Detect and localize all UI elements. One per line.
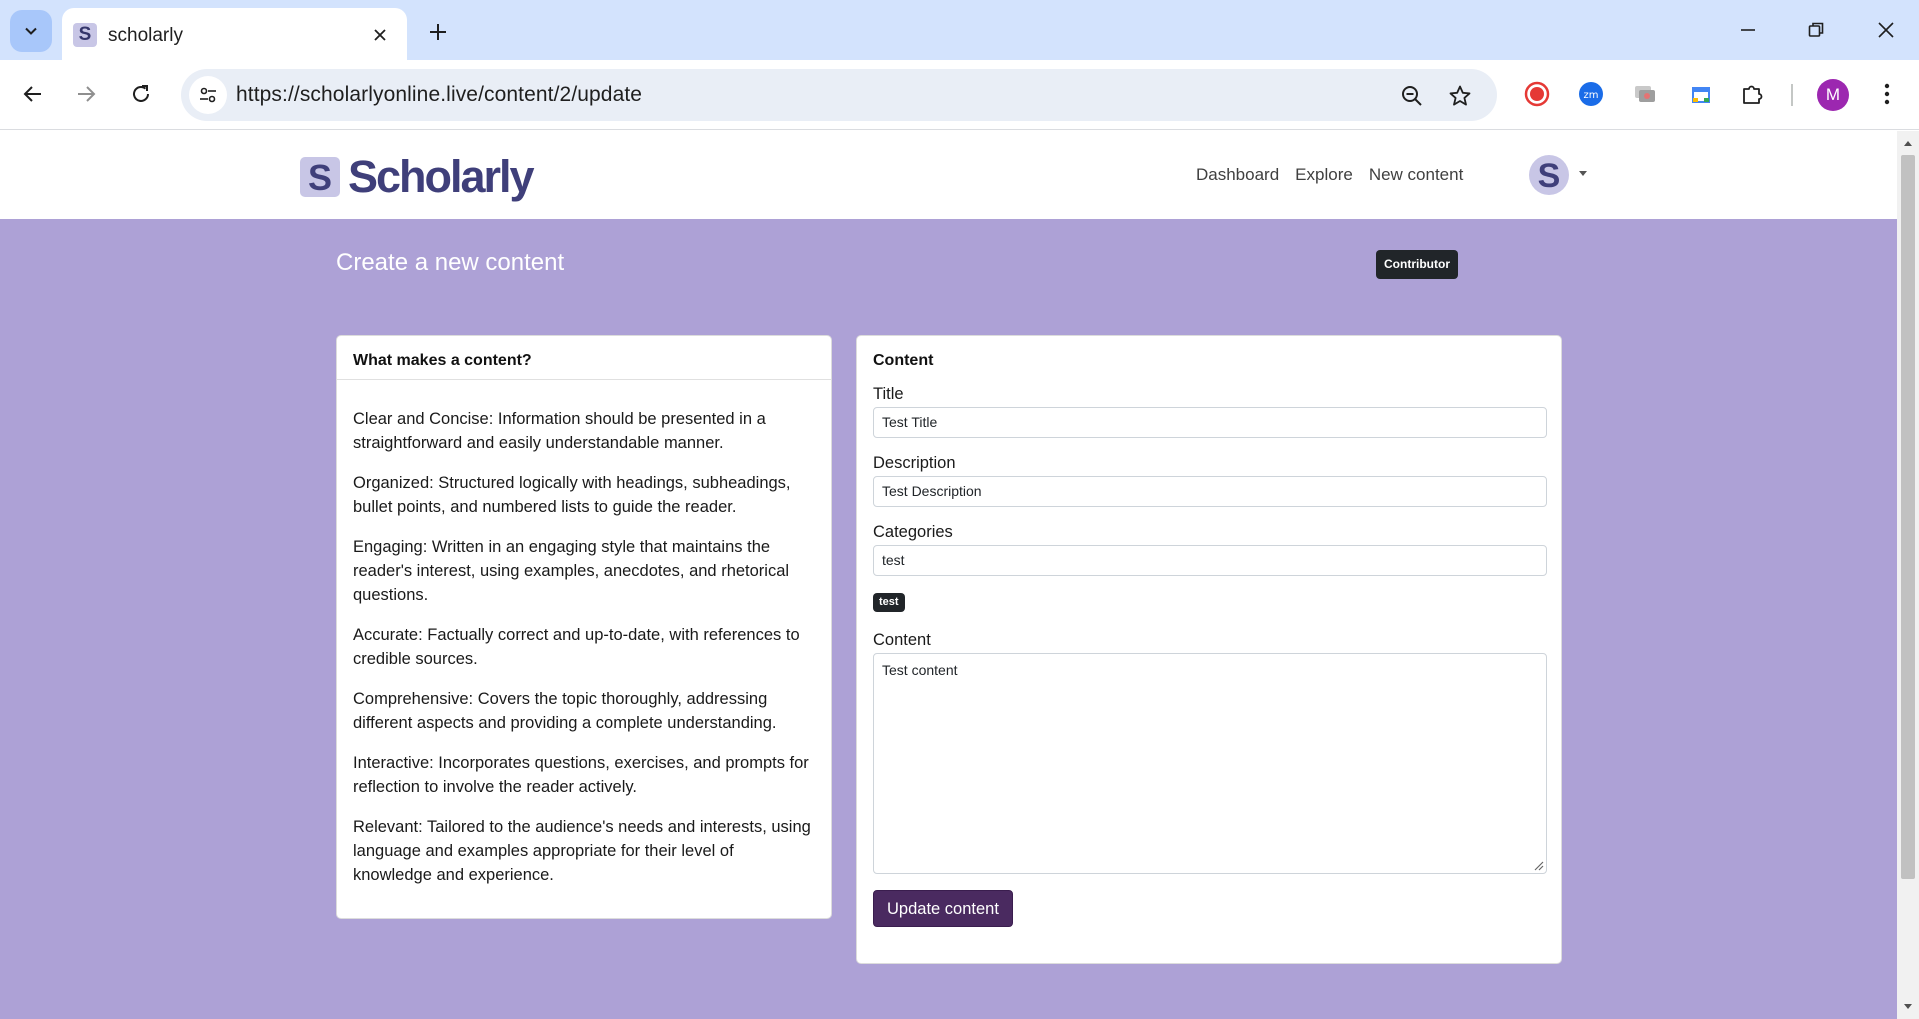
browser-tab[interactable]: S scholarly [62,8,407,60]
plus-icon [430,24,446,40]
caret-up-icon [1904,141,1912,146]
guideline-item: Interactive: Incorporates questions, exe… [353,754,809,796]
star-icon [1449,85,1471,106]
record-icon [1524,81,1550,107]
page-title: Create a new content [336,249,565,276]
scroll-thumb[interactable] [1901,155,1915,879]
page-scrollbar[interactable] [1897,131,1919,1019]
arrow-left-icon [23,86,41,102]
more-vert-icon [1884,83,1890,105]
title-input[interactable]: Test Title [873,407,1547,438]
content-textarea[interactable]: Test content [873,653,1547,874]
nav-link-dashboard[interactable]: Dashboard [1196,165,1279,185]
caret-down-icon [1904,1004,1912,1009]
content-textarea-value: Test content [882,662,958,678]
guidelines-card-body: Clear and Concise: Information should be… [337,380,831,887]
scroll-up-arrow[interactable] [1902,137,1914,149]
guidelines-card-header: What makes a content? [337,336,831,380]
user-avatar[interactable]: S [1529,155,1569,195]
forward-button[interactable] [66,74,106,114]
guideline-item: Accurate: Factually correct and up-to-da… [353,626,800,668]
restore-icon [1808,22,1824,37]
tab-favicon: S [73,23,97,47]
close-icon [1878,22,1894,38]
browser-toolbar: https://scholarlyonline.live/content/2/u… [0,60,1919,130]
zoom-app-icon: zm [1579,82,1603,106]
browser-tabstrip: S scholarly [0,0,1919,60]
guideline-item: Engaging: Written in an engaging style t… [353,538,790,604]
scroll-down-arrow[interactable] [1902,1001,1914,1013]
extension-screen-capture[interactable] [1629,78,1661,110]
content-label: Content [873,631,931,649]
guideline-item: Clear and Concise: Information should be… [353,410,766,452]
description-label: Description [873,454,956,472]
zoom-out-icon [1402,86,1422,106]
calendar-icon [1692,87,1710,103]
toolbar-divider [1791,84,1793,106]
content-form-card: Content Title Test Title Description Tes… [856,335,1562,964]
categories-label: Categories [873,523,953,541]
reload-icon [133,85,149,102]
form-card-title: Content [873,352,934,369]
address-bar[interactable]: https://scholarlyonline.live/content/2/u… [181,69,1497,121]
category-tag[interactable]: test [873,593,905,612]
extensions-button[interactable] [1737,78,1769,110]
screen-capture-icon [1635,86,1655,102]
tab-close-button[interactable] [367,22,393,48]
reload-button[interactable] [121,74,161,114]
guideline-item: Comprehensive: Covers the topic thorough… [353,690,777,732]
guidelines-card: What makes a content? Clear and Concise:… [336,335,832,919]
chevron-down-icon [25,27,37,35]
extension-record[interactable] [1521,78,1553,110]
nav-links: Dashboard Explore New content [1196,165,1463,185]
update-content-button[interactable]: Update content [873,890,1013,927]
zoom-button[interactable] [1397,81,1427,111]
site-info-button[interactable] [189,76,227,114]
categories-input[interactable]: test [873,545,1547,576]
new-tab-button[interactable] [422,16,454,48]
extension-zoom[interactable]: zm [1575,78,1607,110]
nav-link-explore[interactable]: Explore [1295,165,1353,185]
svg-text:zm: zm [1584,90,1599,101]
brand-logo[interactable]: S Scholarly [300,151,535,203]
title-label: Title [873,385,904,403]
bookmark-button[interactable] [1445,81,1475,111]
nav-link-new-content[interactable]: New content [1369,165,1464,185]
puzzle-icon [1743,85,1763,104]
profile-avatar[interactable]: M [1817,79,1849,111]
caret-down-icon[interactable] [1579,171,1587,176]
browser-menu-button[interactable] [1871,78,1903,110]
role-badge: Contributor [1376,250,1458,279]
tab-title: scholarly [108,25,183,46]
guideline-item: Organized: Structured logically with hea… [353,474,791,516]
site-navbar: S Scholarly Dashboard Explore New conten… [0,131,1897,219]
back-button[interactable] [13,74,53,114]
arrow-right-icon [78,86,96,102]
minimize-icon [1741,29,1755,31]
brand-logo-mark: S [300,157,340,198]
close-icon [374,29,386,41]
minimize-button[interactable] [1724,10,1772,50]
resize-grip-icon[interactable] [1532,859,1544,871]
restore-button[interactable] [1792,10,1840,50]
extension-calendar[interactable] [1685,78,1717,110]
close-window-button[interactable] [1862,10,1910,50]
guideline-item: Relevant: Tailored to the audience's nee… [353,818,811,884]
brand-name: Scholarly [348,151,535,202]
description-input[interactable]: Test Description [873,476,1547,507]
page-viewport: S Scholarly Dashboard Explore New conten… [0,131,1897,1019]
tune-icon [200,87,216,103]
url-text[interactable]: https://scholarlyonline.live/content/2/u… [236,83,642,107]
tab-search-button[interactable] [10,10,52,52]
